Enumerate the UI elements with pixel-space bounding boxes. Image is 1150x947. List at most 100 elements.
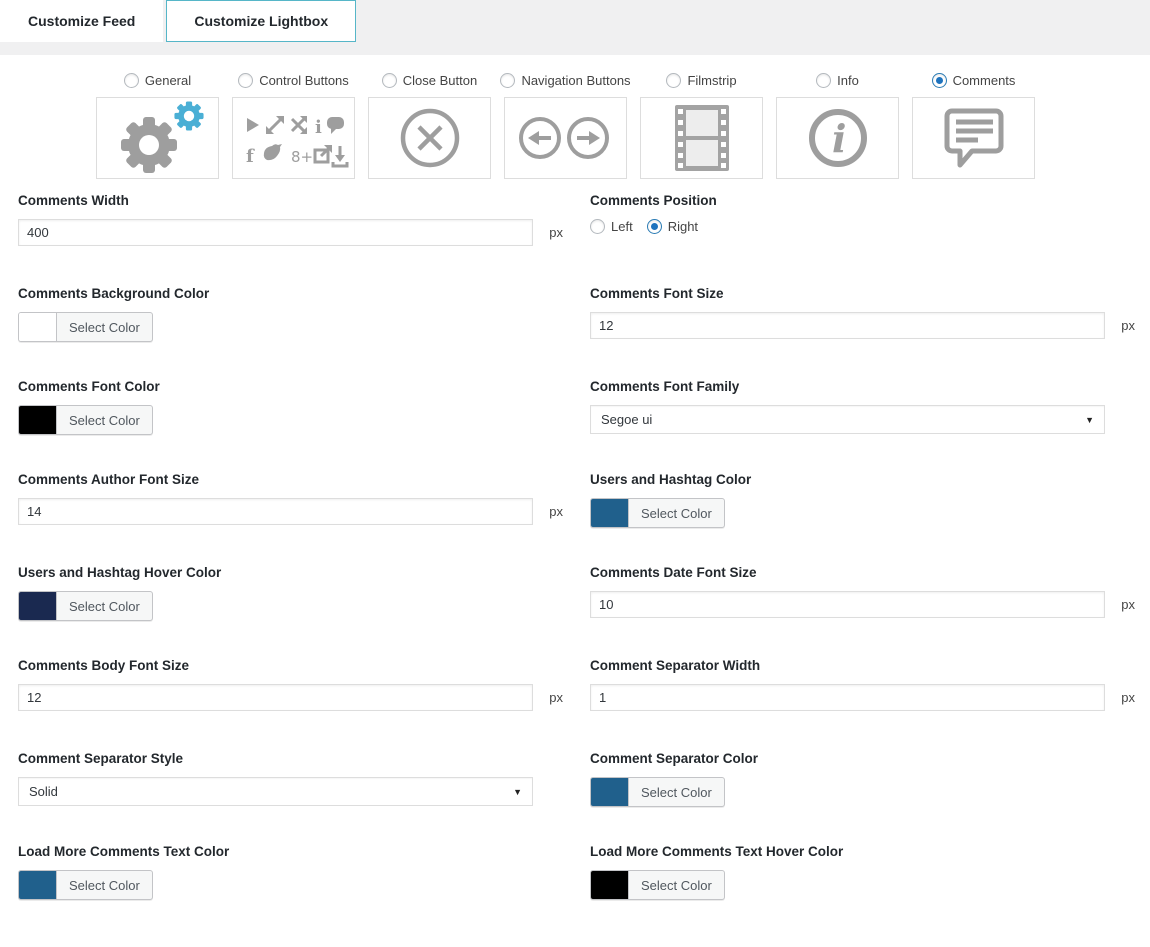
comments-position-label: Comments Position <box>590 193 1135 208</box>
section-general: General <box>96 71 219 179</box>
section-radio-comments[interactable]: Comments <box>912 71 1035 89</box>
field-comments-font-color: Comments Font Color Select Color <box>18 379 563 472</box>
general-radio[interactable] <box>124 73 139 88</box>
filmstrip-radio[interactable] <box>666 73 681 88</box>
select-color-button[interactable]: Select Color <box>57 406 152 434</box>
comments-font-color-picker[interactable]: Select Color <box>18 405 153 435</box>
users-hashtag-hover-color-picker[interactable]: Select Color <box>18 591 153 621</box>
comments-font-family-value: Segoe ui <box>601 412 1085 427</box>
comments-author-font-size-unit: px <box>533 504 563 519</box>
comment-separator-color-label: Comment Separator Color <box>590 751 1135 766</box>
select-color-button[interactable]: Select Color <box>57 313 152 341</box>
load-more-comments-text-hover-color-swatch <box>591 871 629 899</box>
select-color-button[interactable]: Select Color <box>629 499 724 527</box>
section-radio-filmstrip[interactable]: Filmstrip <box>640 71 763 89</box>
comments-radio[interactable] <box>932 73 947 88</box>
comments-icon-box[interactable] <box>912 97 1035 179</box>
comments-font-size-input[interactable] <box>590 312 1105 339</box>
close-button-radio[interactable] <box>382 73 397 88</box>
section-control-buttons: Control Buttons i f <box>232 71 355 179</box>
comments-font-color-swatch <box>19 406 57 434</box>
comment-separator-color-swatch <box>591 778 629 806</box>
users-hashtag-color-swatch <box>591 499 629 527</box>
users-hashtag-hover-color-label: Users and Hashtag Hover Color <box>18 565 563 580</box>
navigation-buttons-icon-box[interactable] <box>504 97 627 179</box>
section-radio-info[interactable]: Info <box>776 71 899 89</box>
load-more-comments-text-color-picker[interactable]: Select Color <box>18 870 153 900</box>
field-comments-width: Comments Width px <box>18 193 563 286</box>
select-color-button[interactable]: Select Color <box>629 778 724 806</box>
field-comments-font-family: Comments Font Family Segoe ui ▼ <box>590 379 1135 472</box>
comment-separator-color-picker[interactable]: Select Color <box>590 777 725 807</box>
section-radio-general[interactable]: General <box>96 71 219 89</box>
load-more-comments-text-color-label: Load More Comments Text Color <box>18 844 563 859</box>
tab-customize-lightbox[interactable]: Customize Lightbox <box>166 0 356 42</box>
control-buttons-icons: i f 8+ <box>239 108 349 168</box>
comments-background-color-label: Comments Background Color <box>18 286 563 301</box>
comments-position-right-radio[interactable] <box>647 219 662 234</box>
field-comment-separator-style: Comment Separator Style Solid ▼ <box>18 751 563 844</box>
chevron-down-icon: ▼ <box>1085 415 1094 425</box>
comments-font-size-unit: px <box>1105 318 1135 333</box>
gear-icon <box>103 101 213 175</box>
users-hashtag-color-label: Users and Hashtag Color <box>590 472 1135 487</box>
tab-customize-feed[interactable]: Customize Feed <box>0 0 163 42</box>
section-radio-control-buttons[interactable]: Control Buttons <box>232 71 355 89</box>
field-comments-font-size: Comments Font Size px <box>590 286 1135 379</box>
info-circle-icon: i <box>803 103 873 173</box>
load-more-comments-text-hover-color-label: Load More Comments Text Hover Color <box>590 844 1135 859</box>
section-radio-navigation-buttons[interactable]: Navigation Buttons <box>504 71 627 89</box>
select-color-button[interactable]: Select Color <box>57 592 152 620</box>
select-color-button[interactable]: Select Color <box>57 871 152 899</box>
comments-background-color-picker[interactable]: Select Color <box>18 312 153 342</box>
control-buttons-radio[interactable] <box>238 73 253 88</box>
info-radio-label: Info <box>837 73 859 88</box>
field-comments-author-font-size: Comments Author Font Size px <box>18 472 563 565</box>
general-icon-box[interactable] <box>96 97 219 179</box>
navigation-buttons-radio[interactable] <box>500 73 515 88</box>
comments-width-unit: px <box>533 225 563 240</box>
load-more-comments-text-color-swatch <box>19 871 57 899</box>
general-radio-label: General <box>145 73 191 88</box>
comments-date-font-size-input[interactable] <box>590 591 1105 618</box>
navigation-buttons-radio-label: Navigation Buttons <box>521 73 630 88</box>
comments-position-right-label: Right <box>668 219 698 234</box>
filmstrip-icon-box[interactable] <box>640 97 763 179</box>
control-buttons-icon-box[interactable]: i f 8+ <box>232 97 355 179</box>
comment-bubble-icon <box>936 103 1012 173</box>
lightbox-section-selector: General <box>0 55 1150 179</box>
comment-separator-style-select[interactable]: Solid ▼ <box>18 777 533 806</box>
field-comments-background-color: Comments Background Color Select Color <box>18 286 563 379</box>
comments-width-input[interactable] <box>18 219 533 246</box>
users-hashtag-color-picker[interactable]: Select Color <box>590 498 725 528</box>
filmstrip-radio-label: Filmstrip <box>687 73 736 88</box>
tab-bar: Customize Feed Customize Lightbox <box>0 0 1150 42</box>
comments-author-font-size-label: Comments Author Font Size <box>18 472 563 487</box>
close-circle-icon <box>395 103 465 173</box>
svg-text:i: i <box>315 117 322 138</box>
nav-arrows-icon <box>514 113 618 163</box>
comments-font-color-label: Comments Font Color <box>18 379 563 394</box>
comment-separator-width-input[interactable] <box>590 684 1105 711</box>
field-comment-separator-color: Comment Separator Color Select Color <box>590 751 1135 844</box>
comments-position-left-radio[interactable] <box>590 219 605 234</box>
load-more-comments-text-hover-color-picker[interactable]: Select Color <box>590 870 725 900</box>
comments-position-left-label: Left <box>611 219 633 234</box>
users-hashtag-hover-color-swatch <box>19 592 57 620</box>
field-load-more-comments-text-color: Load More Comments Text Color Select Col… <box>18 844 563 937</box>
field-users-hashtag-color: Users and Hashtag Color Select Color <box>590 472 1135 565</box>
field-comments-body-font-size: Comments Body Font Size px <box>18 658 563 751</box>
comment-separator-width-unit: px <box>1105 690 1135 705</box>
comments-font-family-select[interactable]: Segoe ui ▼ <box>590 405 1105 434</box>
section-radio-close-button[interactable]: Close Button <box>368 71 491 89</box>
comments-body-font-size-input[interactable] <box>18 684 533 711</box>
section-navigation-buttons: Navigation Buttons <box>504 71 627 179</box>
close-button-icon-box[interactable] <box>368 97 491 179</box>
info-radio[interactable] <box>816 73 831 88</box>
chevron-down-icon: ▼ <box>513 787 522 797</box>
comments-author-font-size-input[interactable] <box>18 498 533 525</box>
field-comment-separator-width: Comment Separator Width px <box>590 658 1135 751</box>
select-color-button[interactable]: Select Color <box>629 871 724 899</box>
section-close-button: Close Button <box>368 71 491 179</box>
info-icon-box[interactable]: i <box>776 97 899 179</box>
